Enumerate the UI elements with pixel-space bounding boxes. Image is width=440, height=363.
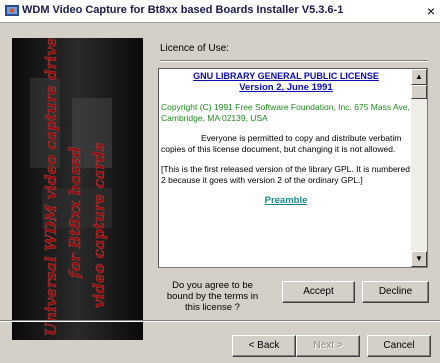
licence-section-label: Licence of Use: [160, 43, 229, 54]
close-icon[interactable]: × [423, 3, 439, 19]
banner-line-2: for Bt8xx based [66, 146, 84, 279]
title-bar[interactable]: WDM Video Capture for Bt8xx based Boards… [0, 0, 440, 23]
product-banner: Universal WDM video capture driver for B… [12, 38, 143, 340]
license-paragraph-2: [This is the first released version of t… [161, 164, 410, 185]
agreement-question: Do you agree to be bound by the terms in… [166, 280, 259, 313]
next-button[interactable]: Next > [296, 335, 360, 357]
scroll-down-icon[interactable]: ▼ [411, 251, 427, 267]
license-scrollbar[interactable]: ▲ ▼ [411, 69, 427, 267]
license-paragraph-1-text: Everyone is permitted to copy and distri… [161, 133, 402, 154]
installer-app-icon [5, 4, 19, 17]
scroll-thumb[interactable] [411, 85, 427, 99]
installer-window: WDM Video Capture for Bt8xx based Boards… [0, 0, 440, 363]
accept-button[interactable]: Accept [282, 281, 355, 303]
back-button[interactable]: < Back [232, 335, 296, 357]
license-preamble-heading: Preamble [264, 195, 308, 206]
license-text-box[interactable]: GNU LIBRARY GENERAL PUBLIC LICENSE Versi… [158, 68, 428, 268]
cancel-button[interactable]: Cancel [367, 335, 431, 357]
license-paragraph-1: Everyone is permitted to copy and distri… [161, 133, 411, 155]
decline-button[interactable]: Decline [362, 281, 429, 303]
section-divider [160, 60, 428, 62]
license-copyright: Copyright (C) 1991 Free Software Foundat… [161, 102, 410, 123]
license-title: GNU LIBRARY GENERAL PUBLIC LICENSE [193, 71, 379, 81]
footer-divider [0, 320, 440, 322]
scroll-up-icon[interactable]: ▲ [411, 69, 427, 85]
window-title: WDM Video Capture for Bt8xx based Boards… [22, 4, 344, 16]
banner-line-1: Universal WDM video capture driver [42, 38, 60, 336]
license-version: Version 2, June 1991 [239, 82, 333, 93]
license-content[interactable]: GNU LIBRARY GENERAL PUBLIC LICENSE Versi… [161, 71, 411, 265]
banner-line-3: video capture cards [90, 142, 108, 308]
